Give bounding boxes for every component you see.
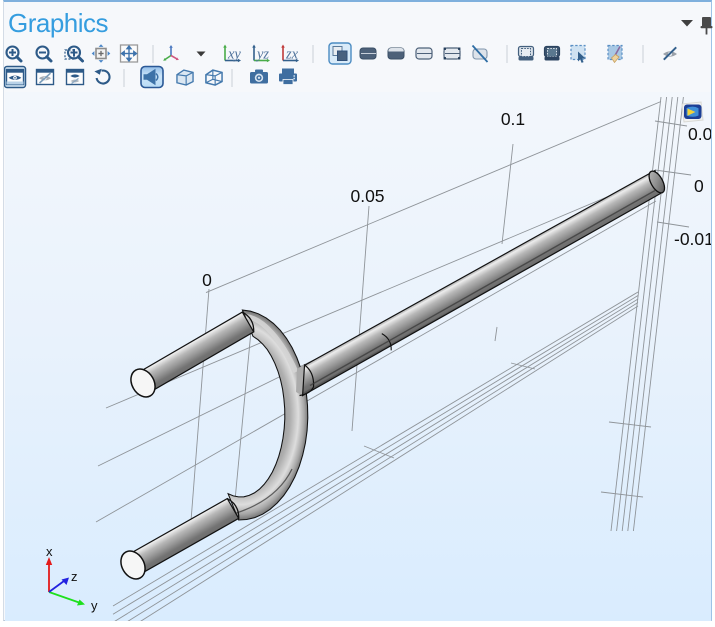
svg-text:-0.01: -0.01 [674, 229, 711, 249]
svg-text:yz: yz [255, 47, 269, 63]
svg-text:z: z [71, 569, 78, 584]
svg-text:0: 0 [202, 270, 212, 290]
svg-text:0: 0 [694, 176, 704, 196]
svg-text:0.05: 0.05 [350, 186, 384, 206]
svg-text:0.1: 0.1 [501, 109, 525, 129]
svg-text:y: y [91, 598, 98, 613]
svg-text:xy: xy [227, 47, 241, 63]
svg-text:0.0: 0.0 [688, 124, 711, 144]
svg-text:x: x [46, 544, 53, 559]
svg-text:zx: zx [285, 47, 299, 63]
